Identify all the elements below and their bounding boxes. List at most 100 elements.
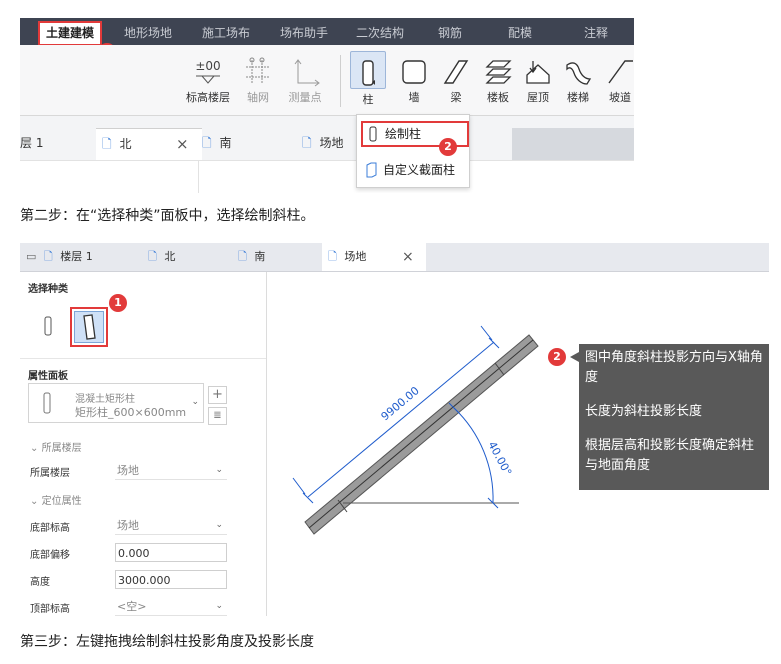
slanted-column-option[interactable] [70, 307, 108, 347]
view-doc-icon: 🗋 [202, 136, 212, 150]
tooltip-callout: 图中角度斜柱投影方向与X轴角度 长度为斜柱投影长度 根据层高和投影长度确定斜柱与… [579, 344, 769, 490]
view-tab-floor1-label: 楼层 1 [60, 250, 93, 263]
add-type-button[interactable]: + [208, 386, 227, 404]
column-icon [350, 51, 386, 89]
wall-icon [394, 51, 434, 87]
tab-rebar[interactable]: 钢筋 [438, 22, 462, 45]
straight-column-option[interactable] [42, 316, 54, 340]
roof-button[interactable]: 屋顶 [518, 51, 558, 105]
level-icon: ±00 [185, 51, 231, 87]
view-tab-north-label: 北 [119, 137, 132, 151]
floor-slab-label: 楼板 [487, 91, 509, 104]
ramp-button[interactable]: 坡道 [600, 51, 634, 105]
close-icon[interactable]: × [402, 243, 414, 271]
property-panel-heading: 属性面板 [28, 371, 68, 382]
ribbon-tab-bar: 土建建模 地形场地 施工场布 场布助手 二次结构 钢筋 配模 注释 [20, 18, 634, 46]
bottom-offset-input[interactable]: 0.000 [115, 543, 227, 562]
column-icon [43, 392, 51, 414]
tooltip-pointer [570, 352, 579, 362]
wall-button[interactable]: 墙 [394, 51, 434, 105]
roof-icon [518, 51, 558, 87]
window-icon: ▭ [26, 250, 37, 263]
ramp-icon [600, 51, 634, 87]
view-tab-north[interactable]: 🗋 北 [142, 243, 238, 271]
view-tab-bar: 层 1 🗋 北 × 🗋 南 🗋 场地 [20, 128, 634, 160]
view-tab-floor[interactable]: 层 1 [20, 128, 94, 159]
step2-caption: 第二步：在“选择种类”面板中，选择绘制斜柱。 [20, 208, 315, 224]
group-position-heading[interactable]: ⌄ 定位属性 [30, 492, 82, 507]
type-name-line1: 混凝土矩形柱 [75, 394, 135, 405]
custom-section-column-label: 自定义截面柱 [383, 163, 456, 177]
column-button[interactable]: 柱 [350, 51, 386, 107]
level-glyph: ±00 [195, 59, 221, 73]
beam-icon [436, 51, 476, 87]
floor-select[interactable]: 场地 ⌄ [115, 461, 227, 480]
left-panel: 选择种类 1 属性面板 混凝土矩形柱 矩形柱_600×600mm ⌄ + ≣ ⌄… [20, 272, 267, 616]
floor-field-label: 所属楼层 [30, 468, 70, 479]
edit-list-icon: ≣ [213, 410, 222, 421]
view-tab-site[interactable]: 🗋 场地 × [322, 243, 426, 271]
top-elev-value: <空> [117, 600, 147, 613]
group-floor-label: 所属楼层 [41, 443, 82, 454]
tooltip-line-height: 根据层高和投影长度确定斜柱与地面角度 [585, 438, 755, 473]
beam-button[interactable]: 梁 [436, 51, 476, 105]
straight-column-icon [44, 316, 52, 336]
slanted-column-projection [304, 334, 539, 535]
tab-construction-layout[interactable]: 施工场布 [202, 22, 250, 45]
bottom-elev-select[interactable]: 场地 ⌄ [115, 516, 227, 535]
chevron-down-icon: ⌄ [215, 601, 223, 611]
level-floor-button[interactable]: ±00 标高楼层 [185, 51, 231, 105]
view-tab-site-label: 场地 [344, 250, 367, 263]
step-badge-1: 1 [109, 294, 127, 312]
canvas-left-pane [20, 161, 199, 193]
draw-column-label: 绘制柱 [385, 127, 422, 141]
view-doc-icon: 🗋 [302, 136, 312, 150]
floor-select-value: 场地 [117, 464, 139, 477]
group-position-label: 定位属性 [41, 496, 82, 507]
chevron-down-icon: ⌄ [30, 496, 39, 507]
step3-caption: 第三步：左键拖拽绘制斜柱投影角度及投影长度 [20, 634, 314, 650]
bottom-elev-label: 底部标高 [30, 523, 70, 534]
tab-layout-assistant[interactable]: 场布助手 [280, 22, 328, 45]
survey-point-icon [282, 51, 328, 87]
tooltip-line-angle: 图中角度斜柱投影方向与X轴角度 [585, 350, 763, 385]
angle-dimension [448, 402, 499, 509]
floor-slab-button[interactable]: 楼板 [478, 51, 518, 105]
top-elev-label: 顶部标高 [30, 604, 70, 615]
tab-terrain-site[interactable]: 地形场地 [124, 22, 172, 45]
view-tab-south[interactable]: 🗋 南 [232, 243, 328, 271]
grid-button[interactable]: 轴网 [235, 51, 281, 105]
type-name-line2: 矩形柱_600×600mm [75, 406, 187, 419]
step-badge-2: 2 [439, 138, 457, 156]
view-tab-south[interactable]: 🗋 南 [196, 128, 302, 159]
survey-point-button[interactable]: 测量点 [282, 51, 328, 105]
selected-highlight [74, 311, 104, 343]
column-label: 柱 [362, 93, 374, 106]
view-tab-floor1[interactable]: ▭ 🗋 楼层 1 [20, 243, 144, 271]
view-tab-north-label: 北 [164, 250, 176, 263]
screenshot-slanted-column: ▭ 🗋 楼层 1 🗋 北 🗋 南 🗋 场地 × 选择种类 1 属性面板 混凝土矩… [20, 243, 769, 616]
tab-annotation[interactable]: 注释 [584, 22, 608, 45]
custom-section-column-menu-item[interactable]: 自定义截面柱 [361, 157, 455, 183]
bottom-offset-label: 底部偏移 [30, 550, 70, 561]
tab-civil-modeling[interactable]: 土建建模 [38, 21, 103, 46]
group-floor-heading[interactable]: ⌄ 所属楼层 [30, 439, 82, 454]
custom-column-icon [366, 162, 377, 178]
select-type-heading: 选择种类 [28, 284, 68, 295]
view-doc-icon: 🗋 [328, 250, 337, 263]
tab-secondary-structure[interactable]: 二次结构 [356, 22, 404, 45]
ribbon-toolbar: ±00 标高楼层 轴网 测量点 柱 墙 梁 楼板 屋顶 楼梯 坡道 [20, 45, 634, 116]
top-elev-select[interactable]: <空> ⌄ [115, 597, 227, 616]
stair-button[interactable]: 楼梯 [558, 51, 598, 105]
view-tab-site[interactable]: 🗋 场地 [296, 128, 362, 159]
type-selector[interactable]: 混凝土矩形柱 矩形柱_600×600mm ⌄ [28, 383, 204, 423]
tab-formwork[interactable]: 配模 [508, 22, 532, 45]
edit-type-button[interactable]: ≣ [208, 407, 227, 425]
close-icon[interactable]: × [176, 129, 189, 160]
chevron-down-icon: ⌄ [215, 465, 223, 475]
tab-bar-filler [512, 128, 634, 160]
beam-label: 梁 [450, 91, 462, 104]
view-tab-north[interactable]: 🗋 北 × [96, 128, 202, 160]
drawing-canvas[interactable] [20, 160, 634, 193]
height-input[interactable]: 3000.000 [115, 570, 227, 589]
